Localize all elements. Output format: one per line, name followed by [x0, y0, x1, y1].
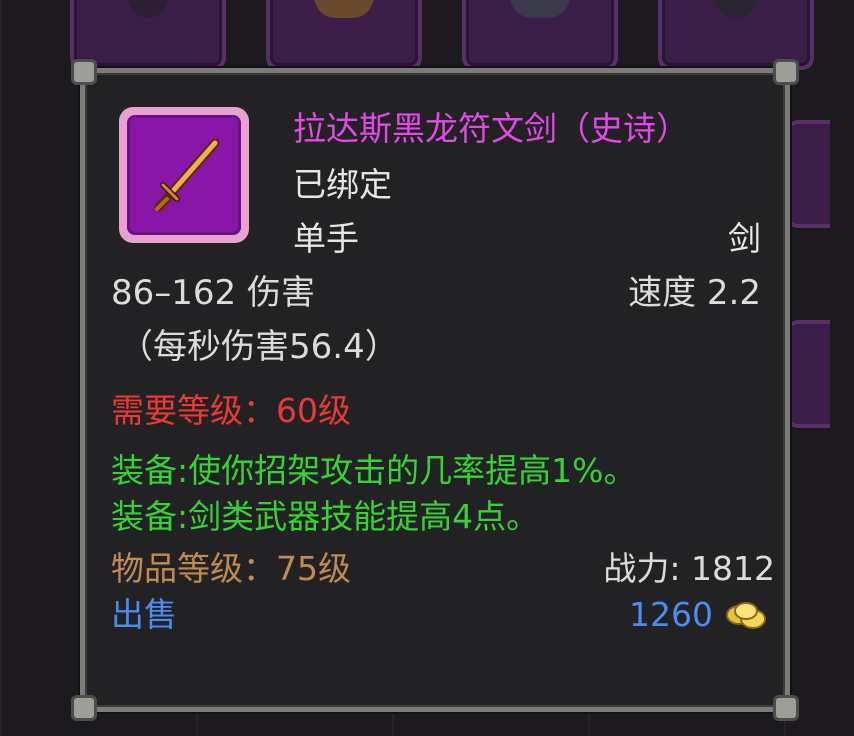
weapon-type: 剑	[728, 219, 761, 258]
item-tooltip: 拉达斯黑龙符文剑（史诗） 已绑定 单手 剑 86–162 伤害 速度 2.2 （…	[71, 59, 799, 721]
tooltip-corner	[773, 59, 799, 85]
equip-effect: 装备:使你招架攻击的几率提高1%。	[111, 451, 637, 490]
tooltip-corner	[773, 695, 799, 721]
tooltip-corner	[71, 695, 97, 721]
sell-button[interactable]: 出售	[111, 595, 177, 635]
item-icon-frame	[119, 107, 249, 243]
bind-status: 已绑定	[293, 165, 392, 204]
sword-icon	[154, 138, 220, 212]
boots-icon	[314, 0, 374, 18]
equip-effect: 装备:剑类武器技能提高4点。	[111, 497, 540, 536]
boots-icon	[714, 0, 758, 18]
inventory-slot[interactable]	[462, 0, 618, 70]
inventory-slot[interactable]	[786, 320, 830, 428]
item-name: 拉达斯黑龙符文剑（史诗）	[293, 109, 689, 148]
tooltip-corner	[71, 59, 97, 85]
combat-power: 战力: 1812	[603, 549, 775, 588]
gold-coins-icon	[726, 602, 766, 629]
level-requirement: 需要等级：60级	[111, 391, 351, 430]
item-level: 物品等级：75级	[111, 549, 351, 588]
attack-speed: 速度 2.2	[628, 273, 761, 313]
boots-icon	[128, 0, 168, 18]
item-slot: 单手	[293, 219, 359, 258]
inventory-slot[interactable]	[266, 0, 422, 70]
inventory-slot[interactable]	[786, 120, 830, 228]
damage-per-second: （每秒伤害56.4）	[119, 327, 399, 367]
leggings-icon	[510, 0, 570, 18]
damage-range: 86–162 伤害	[111, 273, 315, 313]
sell-price: 1260	[629, 595, 713, 634]
